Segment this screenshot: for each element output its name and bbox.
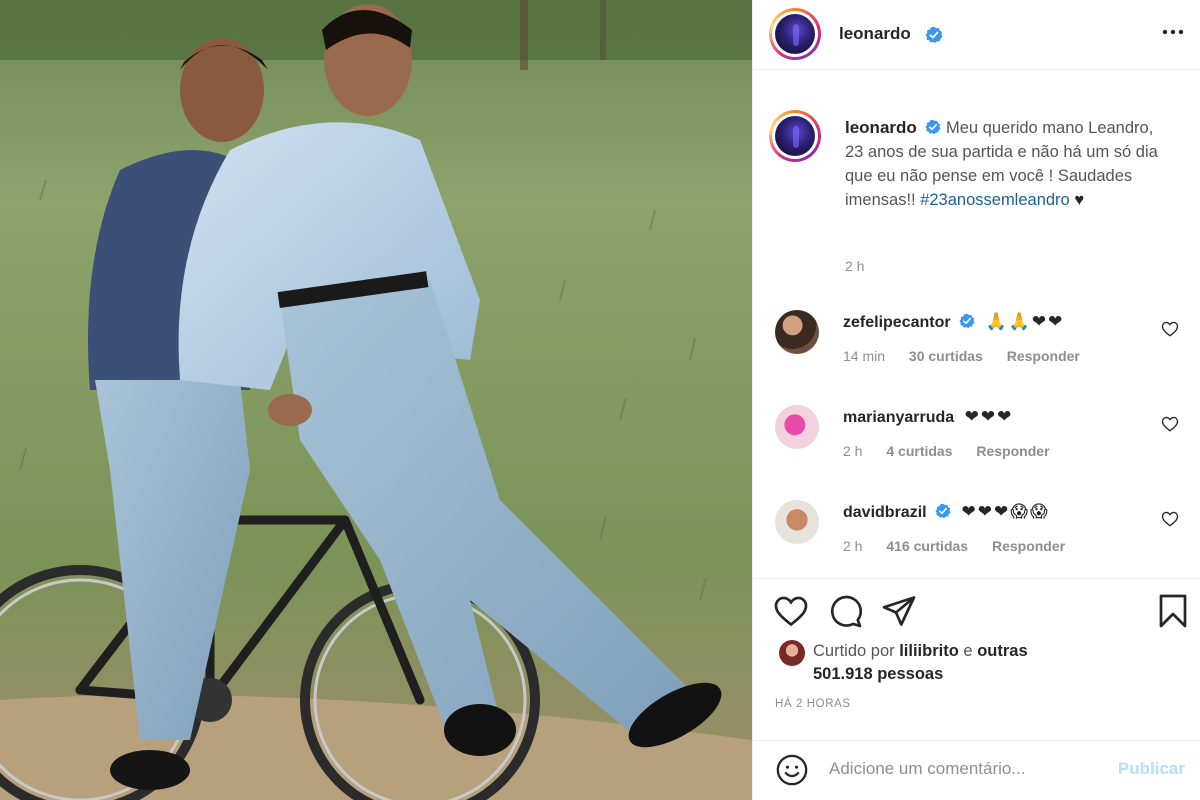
post-date: HÁ 2 HORAS [775, 698, 851, 710]
comment-username[interactable]: zefelipecantor [843, 314, 951, 331]
caption-avatar[interactable] [769, 110, 821, 162]
comment-likes[interactable]: 416 curtidas [886, 538, 968, 554]
comment-time: 2 h [843, 538, 863, 554]
post-actions-bar [753, 578, 1200, 638]
comment-item: davidbrazil ❤❤❤😱😱 2 h 416 curtidas Respo… [753, 500, 1200, 580]
comment-username[interactable]: davidbrazil [843, 504, 927, 521]
comment-item: marianyarruda ❤❤❤ 2 h 4 curtidas Respond… [753, 405, 1200, 485]
post-header: leonardo [753, 0, 1200, 70]
comment-avatar[interactable] [775, 500, 819, 544]
comment-text: ❤❤❤ [964, 407, 1014, 426]
comment-input[interactable]: Adicione um comentário... [829, 759, 1026, 779]
reply-button[interactable]: Responder [992, 538, 1065, 554]
caption-heart: ♥ [1074, 191, 1085, 209]
bookmark-icon[interactable] [1155, 593, 1191, 629]
publish-button[interactable]: Publicar [1118, 759, 1185, 779]
caption-hashtag[interactable]: #23anossemleandro [920, 191, 1070, 209]
comment-avatar[interactable] [775, 405, 819, 449]
comment-item: zefelipecantor 🙏🙏❤❤ 14 min 30 curtidas R… [753, 310, 1200, 390]
verified-badge-icon [935, 503, 951, 519]
caption-timestamp: 2 h [845, 258, 865, 274]
heart-icon[interactable] [773, 593, 809, 629]
likes-summary: Curtido por liliibrito e outras 501.918 … [753, 636, 1200, 692]
post-detail-panel: leonardo leonardo Meu querido mano Leand… [752, 0, 1200, 800]
likes-connector: e [963, 642, 973, 660]
comment-text: ❤❤❤😱😱 [961, 502, 1050, 521]
reply-button[interactable]: Responder [976, 443, 1049, 459]
comment-avatar[interactable] [775, 310, 819, 354]
photo-two-men-on-bicycle [0, 0, 752, 800]
add-comment-bar: Adicione um comentário... Publicar [753, 740, 1200, 800]
comment-username[interactable]: marianyarruda [843, 409, 954, 426]
caption-username[interactable]: leonardo [845, 118, 917, 137]
comment-like-heart-icon[interactable] [1161, 320, 1179, 338]
liker-avatar[interactable] [779, 640, 805, 666]
likes-prefix: Curtido por [813, 642, 895, 660]
share-icon[interactable] [881, 593, 917, 629]
comment-time: 2 h [843, 443, 863, 459]
verified-badge-icon [925, 26, 943, 43]
verified-badge-icon [959, 313, 975, 329]
more-options-icon[interactable] [1159, 20, 1187, 48]
comment-like-heart-icon[interactable] [1161, 415, 1179, 433]
comment-likes[interactable]: 4 curtidas [886, 443, 952, 459]
comment-time: 14 min [843, 348, 886, 364]
comment-like-heart-icon[interactable] [1161, 510, 1179, 528]
liker-username[interactable]: liliibrito [899, 642, 959, 660]
reply-button[interactable]: Responder [1007, 348, 1080, 364]
comment-likes[interactable]: 30 curtidas [909, 348, 983, 364]
comment-text: 🙏🙏❤❤ [985, 312, 1065, 331]
post-caption: leonardo Meu querido mano Leandro, 23 an… [845, 116, 1175, 212]
comment-icon[interactable] [827, 593, 863, 629]
author-username[interactable]: leonardo [839, 24, 911, 44]
post-photo [0, 0, 752, 800]
emoji-icon[interactable] [775, 753, 809, 787]
verified-badge-icon [925, 119, 941, 135]
author-avatar[interactable] [769, 8, 821, 60]
